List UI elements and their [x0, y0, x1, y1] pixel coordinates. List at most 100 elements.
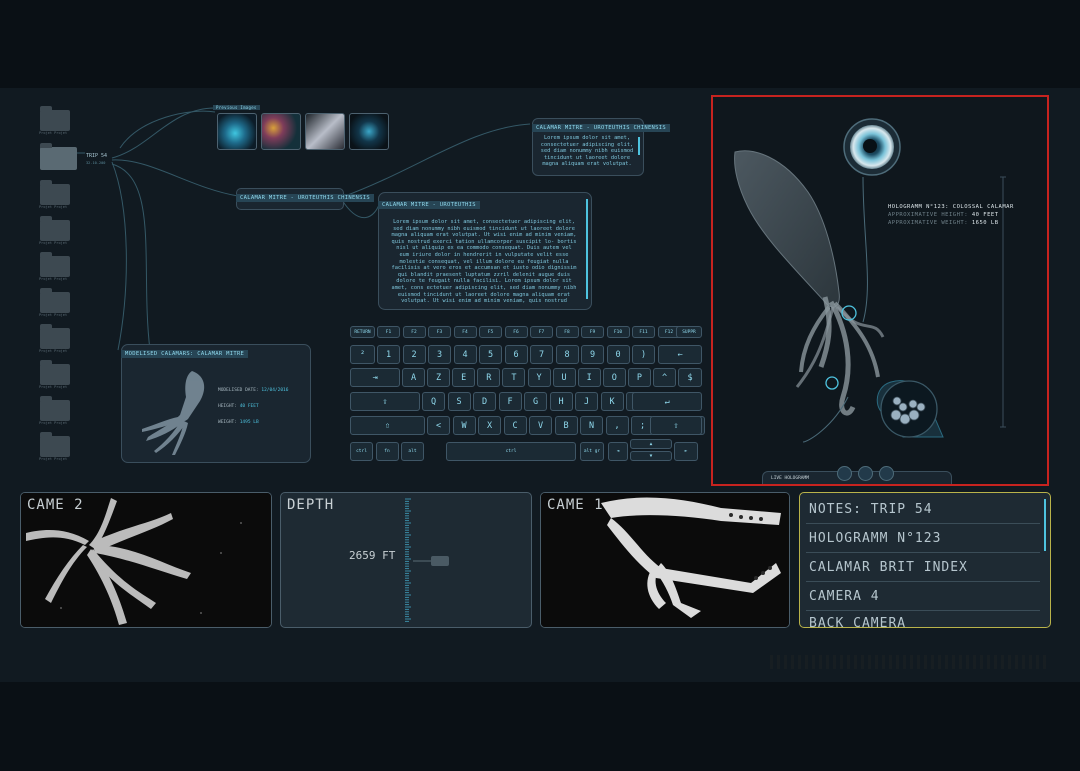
folder-icon[interactable] — [40, 180, 70, 205]
keyboard-key[interactable]: D — [473, 392, 496, 411]
hologram-weight-value: 1650 LB — [971, 220, 999, 226]
keyboard-key[interactable]: E — [452, 368, 476, 387]
keyboard-key[interactable]: F9 — [581, 326, 604, 338]
keyboard-key[interactable]: A — [402, 368, 425, 387]
keyboard-key[interactable]: U — [552, 368, 576, 387]
folder-icon[interactable] — [40, 252, 70, 277]
keyboard-key[interactable]: 3 — [428, 345, 451, 364]
depth-slider-handle[interactable] — [431, 556, 449, 566]
keyboard-key[interactable]: 5 — [479, 345, 502, 364]
keyboard-key[interactable]: F5 — [479, 326, 502, 338]
keyboard-key[interactable]: B — [554, 416, 578, 435]
keyboard-key[interactable]: 6 — [504, 345, 528, 364]
keyboard-key[interactable]: O — [602, 368, 626, 387]
keyboard-key[interactable]: J — [575, 392, 598, 411]
folder-icon[interactable] — [40, 106, 70, 131]
keyboard-key[interactable]: R — [477, 368, 501, 387]
keyboard-key[interactable]: H — [549, 392, 573, 411]
keyboard-key[interactable]: ⇧ — [650, 416, 702, 435]
keyboard-key[interactable]: ctrl — [350, 442, 373, 461]
note-item[interactable]: NOTES: TRIP 54 — [809, 502, 933, 517]
keyboard-key[interactable]: 8 — [555, 345, 579, 364]
keyboard-key[interactable]: fn — [375, 442, 399, 461]
keyboard-key[interactable]: 9 — [581, 345, 604, 364]
keyboard-key[interactable]: F6 — [504, 326, 528, 338]
keyboard-key[interactable]: T — [502, 368, 526, 387]
thumbnail-image[interactable] — [305, 113, 345, 150]
keyboard-key[interactable]: N — [580, 416, 603, 435]
keyboard-key[interactable]: ctrl — [446, 442, 576, 461]
keyboard-key[interactable]: ▲ — [630, 439, 672, 449]
keyboard-key[interactable]: F8 — [555, 326, 579, 338]
keyboard-key[interactable]: F4 — [453, 326, 477, 338]
folder-icon[interactable] — [40, 216, 70, 241]
keyboard-key[interactable]: alt gr — [580, 442, 604, 461]
notes-scrollbar[interactable] — [1044, 499, 1046, 551]
keyboard-key[interactable]: F2 — [402, 326, 426, 338]
keyboard-key[interactable]: ⇥ — [350, 368, 400, 387]
keyboard-key[interactable]: ▼ — [630, 451, 672, 461]
keyboard-key[interactable]: W — [452, 416, 476, 435]
hologram-control-dot[interactable] — [858, 466, 873, 481]
keyboard-key[interactable]: F7 — [530, 326, 553, 338]
keyboard-key[interactable]: X — [478, 416, 501, 435]
keyboard-key[interactable]: 1 — [377, 345, 400, 364]
folder-label: Projet Projet — [39, 205, 68, 209]
thumbnail-image[interactable] — [217, 113, 257, 150]
keyboard-key[interactable]: $ — [678, 368, 702, 387]
keyboard-key[interactable]: Y — [527, 368, 551, 387]
keyboard-key[interactable]: 4 — [453, 345, 477, 364]
keyboard-key[interactable]: alt — [401, 442, 424, 461]
keyboard-key[interactable]: ⇧ — [350, 416, 425, 435]
keyboard-key[interactable]: ► — [674, 442, 698, 461]
keyboard-key[interactable]: F3 — [428, 326, 451, 338]
thumbnail-image[interactable] — [349, 113, 389, 150]
keyboard-key[interactable]: F11 — [632, 326, 655, 338]
keyboard-key[interactable]: ⇪ — [350, 392, 420, 411]
keyboard-key[interactable]: SUPPR — [676, 326, 702, 338]
keyboard-key[interactable]: 7 — [530, 345, 553, 364]
hologram-control-dot[interactable] — [879, 466, 894, 481]
keyboard-key[interactable]: ← — [658, 345, 702, 364]
keyboard-key[interactable]: P — [627, 368, 651, 387]
keyboard-key[interactable]: F10 — [606, 326, 630, 338]
folder-icon[interactable] — [40, 396, 70, 421]
keyboard-key[interactable]: 0 — [606, 345, 630, 364]
note-item[interactable]: BACK CAMERA — [809, 616, 906, 627]
keyboard-key[interactable]: G — [524, 392, 547, 411]
thumbnail-image[interactable] — [261, 113, 301, 150]
hologram-control-dot[interactable] — [837, 466, 852, 481]
keyboard-key[interactable]: < — [427, 416, 450, 435]
keyboard-key[interactable]: I — [577, 368, 601, 387]
keyboard-key[interactable]: F — [498, 392, 522, 411]
folder-icon[interactable] — [40, 288, 70, 313]
folder-icon[interactable] — [40, 432, 70, 457]
note-item[interactable]: HOLOGRAMM N°123 — [809, 531, 941, 546]
keyboard-key[interactable]: C — [503, 416, 527, 435]
camera-2-panel[interactable]: CAME 2 — [20, 492, 272, 628]
keyboard-key[interactable]: ² — [350, 345, 375, 364]
keyboard-key[interactable]: Z — [427, 368, 451, 387]
keyboard-key[interactable]: ↵ — [632, 392, 702, 411]
camera-1-panel[interactable]: CAME 1 — [540, 492, 790, 628]
keyboard-key[interactable]: ◄ — [608, 442, 628, 461]
keyboard-key[interactable]: 2 — [402, 345, 426, 364]
keyboard-key[interactable]: V — [529, 416, 552, 435]
keyboard-key[interactable]: , — [605, 416, 629, 435]
keyboard-key[interactable]: Q — [422, 392, 445, 411]
keyboard-key[interactable]: S — [447, 392, 471, 411]
keyboard-key[interactable]: ) — [632, 345, 655, 364]
hologram-title: HOLOGRAMM N°123: COLOSSAL CALAMAR — [888, 204, 1014, 210]
scrollbar[interactable] — [586, 199, 588, 299]
keyboard-key[interactable]: ^ — [653, 368, 676, 387]
hud-screen: Projet Projet TRIP 54 32.10.200 Projet P… — [0, 88, 1080, 682]
folder-icon[interactable] — [40, 360, 70, 385]
note-item[interactable]: CAMERA 4 — [809, 589, 880, 604]
keyboard-key[interactable]: K — [600, 392, 624, 411]
note-item[interactable]: CALAMAR BRIT INDEX — [809, 560, 968, 575]
keyboard-key[interactable]: RETURN — [350, 326, 375, 338]
folder-icon-selected[interactable] — [40, 143, 77, 170]
folder-icon[interactable] — [40, 324, 70, 349]
keyboard-key[interactable]: F1 — [377, 326, 400, 338]
scrollbar[interactable] — [638, 137, 640, 155]
